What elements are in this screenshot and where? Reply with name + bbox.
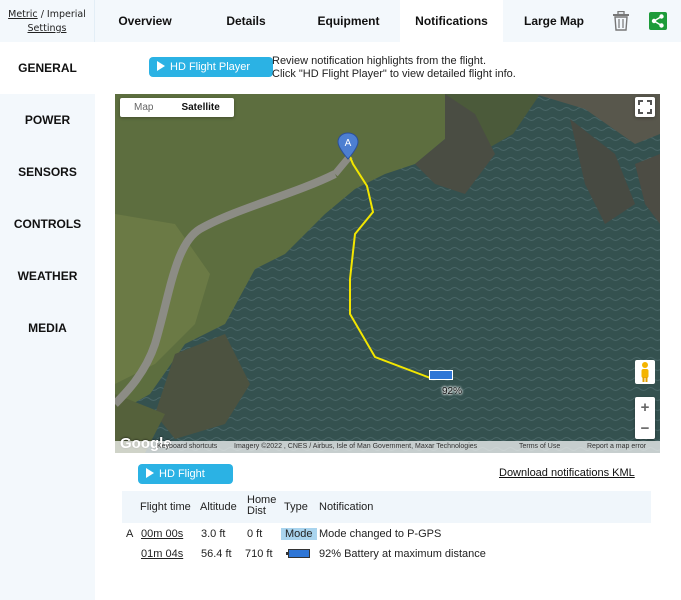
flight-time-link[interactable]: 01m 04s [141,544,183,564]
play-icon [146,468,154,478]
intro-line: Review notification highlights from the … [272,55,486,67]
zoom-in-button[interactable]: + [635,397,655,418]
tab-label: Details [226,14,266,28]
home-dist-value: 710 ft [245,548,273,560]
sidebar-item-label: CONTROLS [13,217,82,231]
imperial-option[interactable]: Imperial [47,9,86,20]
flight-map[interactable]: A 92% Map Satellite + − Google Keyboard … [115,94,660,453]
imagery-credit: Imagery ©2022 , CNES / Airbus, Isle of M… [234,443,478,450]
home-dist-value: 0 ft [247,528,263,540]
units-selector: Metric / Imperial Settings [0,0,95,42]
report-error-link[interactable]: Report a map error [587,441,646,453]
units-separator: / [37,9,47,20]
map-type-map[interactable]: Map [120,98,167,117]
top-bar: Metric / Imperial Settings Overview Deta… [0,0,681,42]
flight-time-link[interactable]: 00m 00s [141,524,183,544]
column-header: Flight time [140,501,191,513]
tab-notifications[interactable]: Notifications [400,0,503,42]
terms-link[interactable]: Terms of Use [519,441,560,453]
column-header: Type [284,501,308,513]
sidebar-item-label: SENSORS [18,165,77,179]
sidebar-item-general[interactable]: GENERAL [0,42,95,94]
column-header: Notification [319,501,374,513]
tab-label: Notifications [415,14,488,28]
settings-link[interactable]: Settings [28,23,67,34]
sidebar-item-power[interactable]: POWER [0,94,95,146]
map-type-control: Map Satellite [120,98,234,117]
fullscreen-icon[interactable] [635,97,655,117]
row-marker: A [126,528,134,540]
marker-pin-icon[interactable]: A [337,132,359,160]
table-header: Flight time Altitude Home Dist Type Noti… [122,491,651,523]
sidebar-item-label: POWER [24,113,71,127]
sidebar-item-weather[interactable]: WEATHER [0,250,95,302]
column-header-line: Dist [247,505,266,517]
sidebar-item-sensors[interactable]: SENSORS [0,146,95,198]
metric-link[interactable]: Metric [8,9,38,20]
mode-badge: Mode [281,528,317,540]
notification-text: 92% Battery at maximum distance [319,548,486,560]
sidebar-item-label: WEATHER [17,269,78,283]
sidebar-item-media[interactable]: MEDIA [0,302,95,354]
notification-text: Mode changed to P-GPS [319,528,442,540]
tab-label: Overview [118,14,172,28]
tab-overview[interactable]: Overview [95,0,195,42]
tab-label: Large Map [523,14,584,28]
sidebar: GENERAL POWER SENSORS CONTROLS WEATHER M… [0,42,95,600]
altitude-value: 56.4 ft [201,548,232,560]
map-type-satellite[interactable]: Satellite [167,98,233,117]
hd-flight-player-button[interactable]: HD Flight Player [138,464,233,500]
tab-details[interactable]: Details [195,0,297,42]
marker-label: A [345,138,352,149]
sidebar-item-label: MEDIA [28,321,67,335]
download-kml-link[interactable]: Download notifications KML [499,467,635,479]
intro-line: Click "HD Flight Player" to view detaile… [272,68,516,80]
zoom-control: + − [635,397,655,439]
battery-icon [286,549,310,558]
tab-label: Equipment [317,14,380,28]
column-header: Altitude [200,501,237,513]
pegman-icon[interactable] [635,360,655,384]
column-header: Home Dist [247,491,276,523]
hd-flight-player-button[interactable]: HD Flight Player [149,57,273,77]
battery-type-cell [286,544,310,564]
type-badge: Mode [281,524,317,544]
button-label: HD Flight Player [170,61,251,73]
keyboard-shortcuts-link[interactable]: Keyboard shortcuts [157,441,217,453]
altitude-value: 3.0 ft [201,528,226,540]
sidebar-item-controls[interactable]: CONTROLS [0,198,95,250]
battery-label: 92% [442,386,463,397]
battery-icon[interactable] [429,370,453,380]
share-icon[interactable] [649,12,667,30]
trash-icon[interactable] [612,11,630,31]
tab-large-map[interactable]: Large Map [503,0,605,42]
zoom-out-button[interactable]: − [635,418,655,439]
sidebar-item-label: GENERAL [18,61,77,75]
intro-text: Review notification highlights from the … [272,55,516,81]
map-attribution: Keyboard shortcuts Imagery ©2022 , CNES … [115,441,660,453]
play-icon [157,61,165,71]
satellite-imagery [115,94,660,453]
tab-equipment[interactable]: Equipment [297,0,400,42]
